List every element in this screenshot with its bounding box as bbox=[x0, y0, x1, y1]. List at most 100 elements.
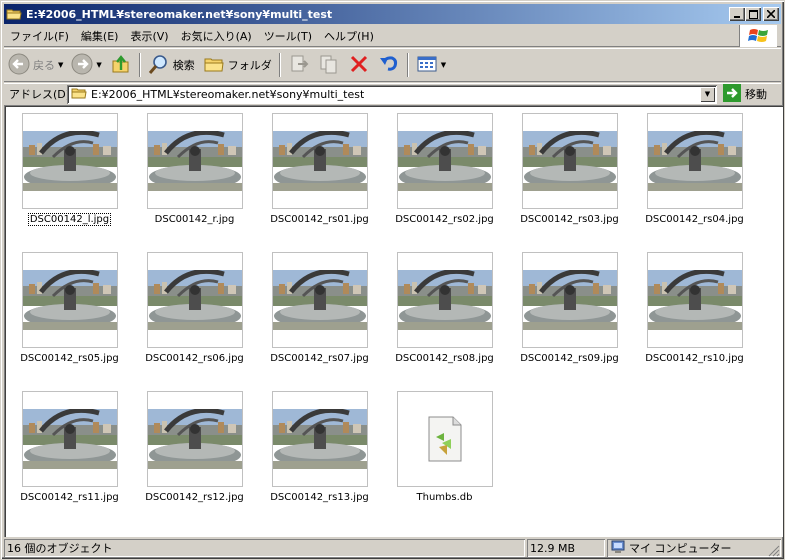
status-object-count: 16 個のオブジェクト bbox=[4, 539, 525, 557]
back-button[interactable]: 戻る ▼ bbox=[4, 50, 67, 80]
file-name-label: Thumbs.db bbox=[416, 492, 473, 503]
thumbnail-frame[interactable] bbox=[147, 113, 243, 209]
file-item[interactable]: DSC00142_rs08.jpg bbox=[382, 248, 507, 378]
close-button[interactable] bbox=[763, 7, 779, 21]
file-name[interactable]: DSC00142_rs01.jpg bbox=[257, 214, 382, 225]
undo-icon bbox=[378, 53, 400, 78]
chevron-down-icon[interactable]: ▼ bbox=[58, 61, 63, 69]
computer-icon bbox=[610, 540, 626, 557]
resize-grip-icon[interactable] bbox=[768, 545, 780, 557]
menu-edit[interactable]: 編集(E) bbox=[75, 28, 125, 44]
chevron-down-icon[interactable]: ▼ bbox=[441, 61, 446, 69]
folder-icon bbox=[6, 7, 22, 21]
menu-bar: ファイル(F) 編集(E) 表示(V) お気に入り(A) ツール(T) ヘルプ(… bbox=[4, 25, 781, 47]
file-view[interactable]: DSC00142_l.jpg DSC00142_r.jpg DSC00142_rs0… bbox=[4, 105, 783, 537]
thumbnail-frame[interactable] bbox=[272, 252, 368, 348]
file-name[interactable]: DSC00142_rs13.jpg bbox=[257, 492, 382, 503]
forward-button[interactable]: ▼ bbox=[67, 50, 105, 80]
folders-button[interactable]: フォルダ bbox=[199, 50, 276, 80]
file-item[interactable]: DSC00142_l.jpg bbox=[7, 109, 132, 239]
thumbnail-frame[interactable] bbox=[272, 113, 368, 209]
file-name-label: DSC00142_rs04.jpg bbox=[645, 214, 744, 225]
file-name-label: DSC00142_r.jpg bbox=[154, 214, 235, 225]
menu-tools[interactable]: ツール(T) bbox=[258, 28, 318, 44]
file-name[interactable]: DSC00142_rs02.jpg bbox=[382, 214, 507, 225]
photo-thumbnail bbox=[23, 409, 117, 469]
file-item[interactable]: DSC00142_rs07.jpg bbox=[257, 248, 382, 378]
file-name[interactable]: DSC00142_rs09.jpg bbox=[507, 353, 632, 364]
file-item[interactable]: DSC00142_rs01.jpg bbox=[257, 109, 382, 239]
move-to-icon bbox=[288, 53, 310, 78]
file-name[interactable]: DSC00142_rs06.jpg bbox=[132, 353, 257, 364]
undo-button[interactable] bbox=[374, 50, 404, 80]
file-item[interactable]: DSC00142_rs06.jpg bbox=[132, 248, 257, 378]
photo-thumbnail bbox=[523, 131, 617, 191]
file-name[interactable]: DSC00142_l.jpg bbox=[7, 213, 132, 226]
go-label: 移動 bbox=[745, 88, 767, 101]
file-item[interactable]: Thumbs.db bbox=[382, 387, 507, 517]
thumbnail-frame[interactable] bbox=[522, 113, 618, 209]
menu-file[interactable]: ファイル(F) bbox=[4, 28, 75, 44]
thumbnail-frame[interactable] bbox=[22, 252, 118, 348]
thumbnail-frame[interactable] bbox=[272, 391, 368, 487]
file-item[interactable]: DSC00142_rs11.jpg bbox=[7, 387, 132, 517]
photo-thumbnail bbox=[23, 131, 117, 191]
file-item[interactable]: DSC00142_r.jpg bbox=[132, 109, 257, 239]
file-name-label: DSC00142_l.jpg bbox=[27, 213, 112, 226]
views-icon bbox=[416, 53, 438, 78]
thumbnail-frame[interactable] bbox=[147, 252, 243, 348]
photo-thumbnail bbox=[273, 409, 367, 469]
file-name[interactable]: DSC00142_rs07.jpg bbox=[257, 353, 382, 364]
folders-label: フォルダ bbox=[227, 59, 272, 72]
file-item[interactable]: DSC00142_rs03.jpg bbox=[507, 109, 632, 239]
file-item[interactable]: DSC00142_rs04.jpg bbox=[632, 109, 757, 239]
chevron-down-icon[interactable]: ▼ bbox=[96, 61, 101, 69]
thumbnail-frame[interactable] bbox=[147, 391, 243, 487]
file-name-label: DSC00142_rs06.jpg bbox=[145, 353, 244, 364]
thumbnail-frame[interactable] bbox=[647, 252, 743, 348]
thumbnail-frame[interactable] bbox=[397, 252, 493, 348]
file-name[interactable]: DSC00142_rs04.jpg bbox=[632, 214, 757, 225]
file-name[interactable]: DSC00142_rs11.jpg bbox=[7, 492, 132, 503]
maximize-button[interactable] bbox=[745, 7, 761, 21]
photo-thumbnail bbox=[648, 270, 742, 330]
file-name[interactable]: Thumbs.db bbox=[382, 492, 507, 503]
file-item[interactable]: DSC00142_rs13.jpg bbox=[257, 387, 382, 517]
file-name[interactable]: DSC00142_r.jpg bbox=[132, 214, 257, 225]
file-item[interactable]: DSC00142_rs09.jpg bbox=[507, 248, 632, 378]
menu-favorites[interactable]: お気に入り(A) bbox=[175, 28, 258, 44]
up-button[interactable] bbox=[106, 50, 136, 80]
thumbnail-frame[interactable] bbox=[22, 391, 118, 487]
status-location-label: マイ コンピューター bbox=[629, 542, 732, 555]
views-button[interactable]: ▼ bbox=[412, 50, 450, 80]
file-item[interactable]: DSC00142_rs05.jpg bbox=[7, 248, 132, 378]
menu-help[interactable]: ヘルプ(H) bbox=[318, 28, 380, 44]
file-name[interactable]: DSC00142_rs10.jpg bbox=[632, 353, 757, 364]
chevron-down-icon[interactable]: ▼ bbox=[700, 86, 715, 102]
thumbnail-frame[interactable] bbox=[22, 113, 118, 209]
search-button[interactable]: 検索 bbox=[144, 50, 199, 80]
go-button[interactable]: 移動 bbox=[723, 83, 767, 105]
title-bar[interactable]: E:¥2006_HTML¥stereomaker.net¥sony¥multi_… bbox=[4, 4, 781, 24]
thumbnail-frame[interactable] bbox=[647, 113, 743, 209]
minimize-button[interactable] bbox=[729, 7, 745, 21]
thumbnail-frame[interactable] bbox=[397, 391, 493, 487]
copy-to-icon bbox=[318, 53, 340, 78]
file-name[interactable]: DSC00142_rs05.jpg bbox=[7, 353, 132, 364]
photo-thumbnail bbox=[23, 270, 117, 330]
menu-view[interactable]: 表示(V) bbox=[124, 28, 174, 44]
copy-to-button[interactable] bbox=[314, 50, 344, 80]
photo-thumbnail bbox=[398, 270, 492, 330]
thumbnail-frame[interactable] bbox=[397, 113, 493, 209]
file-name[interactable]: DSC00142_rs03.jpg bbox=[507, 214, 632, 225]
address-input[interactable]: E:¥2006_HTML¥stereomaker.net¥sony¥multi_… bbox=[67, 84, 717, 104]
move-to-button[interactable] bbox=[284, 50, 314, 80]
file-item[interactable]: DSC00142_rs12.jpg bbox=[132, 387, 257, 517]
thumbnail-frame[interactable] bbox=[522, 252, 618, 348]
file-name-label: DSC00142_rs07.jpg bbox=[270, 353, 369, 364]
file-name[interactable]: DSC00142_rs08.jpg bbox=[382, 353, 507, 364]
file-name[interactable]: DSC00142_rs12.jpg bbox=[132, 492, 257, 503]
file-item[interactable]: DSC00142_rs02.jpg bbox=[382, 109, 507, 239]
file-item[interactable]: DSC00142_rs10.jpg bbox=[632, 248, 757, 378]
delete-button[interactable] bbox=[344, 50, 374, 80]
